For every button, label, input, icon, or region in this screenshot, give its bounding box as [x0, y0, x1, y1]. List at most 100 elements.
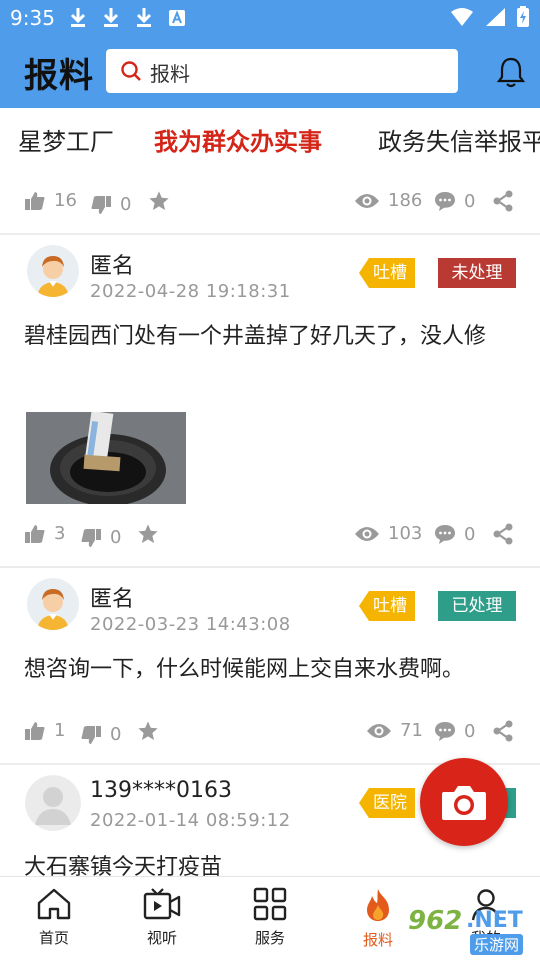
- download-icon: [68, 6, 88, 32]
- dislike-count: 0: [110, 527, 122, 548]
- eye-icon: [355, 526, 379, 541]
- post-author: 匿名: [90, 587, 135, 612]
- post-actions: 16 0 186 0: [0, 184, 540, 224]
- post-actions: 3 0 103 0: [0, 517, 540, 557]
- camera-button[interactable]: [420, 758, 508, 846]
- search-icon: [120, 60, 142, 86]
- post-time: 2022-04-28 19:18:31: [90, 281, 291, 302]
- battery-icon: [516, 6, 530, 32]
- thumbs-down-icon: [81, 528, 101, 547]
- post-author: 139****0163: [90, 778, 232, 803]
- eye-icon: [367, 723, 391, 738]
- category-tag: 医院: [359, 788, 415, 818]
- comment-count: 0: [464, 720, 476, 742]
- share-icon[interactable]: [492, 190, 514, 212]
- home-icon: [37, 888, 71, 920]
- avatar[interactable]: [27, 245, 79, 297]
- post-time: 2022-03-23 14:43:08: [90, 614, 291, 635]
- fire-icon: [367, 889, 389, 921]
- channel-tabs: 星梦工厂 我为群众办实事 政务失信举报平: [0, 108, 540, 170]
- status-badge: 未处理: [438, 258, 516, 288]
- dislike-button[interactable]: 0: [80, 527, 121, 548]
- star-icon[interactable]: [137, 720, 159, 742]
- download-icon: [134, 6, 154, 32]
- view-count: 71: [400, 720, 423, 741]
- post-content: 大石寨镇今天打疫苗: [24, 855, 223, 876]
- grid-icon: [253, 887, 287, 921]
- tab-xingmeng[interactable]: 星梦工厂: [18, 122, 114, 157]
- watermark-net: .NET: [466, 908, 523, 933]
- post-image[interactable]: [26, 412, 186, 504]
- like-count: 1: [54, 720, 66, 741]
- share-icon[interactable]: [492, 523, 514, 545]
- like-button[interactable]: 1: [24, 720, 65, 741]
- divider: [0, 566, 540, 568]
- wifi-icon: [450, 7, 474, 31]
- divider: [0, 233, 540, 235]
- tab-zhengwu[interactable]: 政务失信举报平: [378, 122, 540, 157]
- search-input[interactable]: 报料: [150, 58, 190, 87]
- comment-button[interactable]: 0: [434, 720, 475, 742]
- translate-icon: [168, 9, 186, 31]
- thumbs-down-icon: [91, 195, 111, 214]
- status-badge: 已处理: [438, 591, 516, 621]
- nav-home[interactable]: 首页: [14, 887, 94, 948]
- views: 186: [354, 190, 422, 211]
- view-count: 103: [388, 523, 423, 544]
- nav-label: 服务: [254, 929, 285, 947]
- comment-count: 0: [464, 190, 476, 212]
- comment-button[interactable]: 0: [434, 190, 475, 212]
- dislike-count: 0: [120, 194, 132, 215]
- like-count: 3: [54, 523, 66, 544]
- category-tag: 吐槽: [359, 591, 415, 621]
- post-time: 2022-01-14 08:59:12: [90, 810, 291, 831]
- page-title: 报料: [24, 56, 94, 96]
- avatar[interactable]: [27, 578, 79, 630]
- download-icon: [101, 6, 121, 32]
- app-header: 报料 报料: [0, 36, 540, 108]
- watermark-number: 962: [408, 906, 463, 936]
- dislike-button[interactable]: 0: [80, 724, 121, 745]
- tab-wowei[interactable]: 我为群众办实事: [154, 122, 322, 157]
- post-content: 想咨询一下，什么时候能网上交自来水费啊。: [24, 657, 465, 682]
- star-icon[interactable]: [137, 523, 159, 545]
- like-count: 16: [54, 190, 77, 211]
- avatar[interactable]: [25, 775, 81, 831]
- comment-icon: [435, 525, 455, 544]
- comment-button[interactable]: 0: [434, 523, 475, 545]
- comment-count: 0: [464, 523, 476, 545]
- nav-video[interactable]: 视听: [122, 887, 202, 948]
- watermark-logo: 962 .NET 乐游网: [404, 906, 536, 956]
- comment-icon: [435, 722, 455, 741]
- star-icon[interactable]: [148, 190, 170, 212]
- like-button[interactable]: 16: [24, 190, 77, 211]
- post-content: 碧桂园西门处有一个井盖掉了好几天了，没人修: [24, 324, 487, 349]
- bell-icon[interactable]: [496, 56, 526, 92]
- views: 71: [366, 720, 423, 741]
- search-bar[interactable]: 报料: [106, 49, 458, 93]
- status-time: 9:35: [10, 6, 55, 30]
- thumbs-up-icon: [25, 721, 45, 740]
- comment-icon: [435, 192, 455, 211]
- post-actions: 1 0 71 0: [0, 714, 540, 754]
- share-icon[interactable]: [492, 720, 514, 742]
- signal-icon: [484, 7, 506, 31]
- thumbs-up-icon: [25, 191, 45, 210]
- camera-icon: [442, 786, 486, 820]
- category-tag: 吐槽: [359, 258, 415, 288]
- post-author: 匿名: [90, 254, 135, 279]
- status-bar: 9:35: [0, 0, 540, 36]
- eye-icon: [355, 193, 379, 208]
- thumbs-down-icon: [81, 725, 101, 744]
- dislike-button[interactable]: 0: [90, 194, 131, 215]
- thumbs-up-icon: [25, 524, 45, 543]
- like-button[interactable]: 3: [24, 523, 65, 544]
- views: 103: [354, 523, 422, 544]
- nav-label: 首页: [38, 929, 69, 947]
- dislike-count: 0: [110, 724, 122, 745]
- video-icon: [143, 888, 181, 920]
- nav-services[interactable]: 服务: [230, 887, 310, 948]
- nav-label: 视听: [146, 929, 177, 947]
- watermark-site: 乐游网: [470, 934, 524, 955]
- view-count: 186: [388, 190, 423, 211]
